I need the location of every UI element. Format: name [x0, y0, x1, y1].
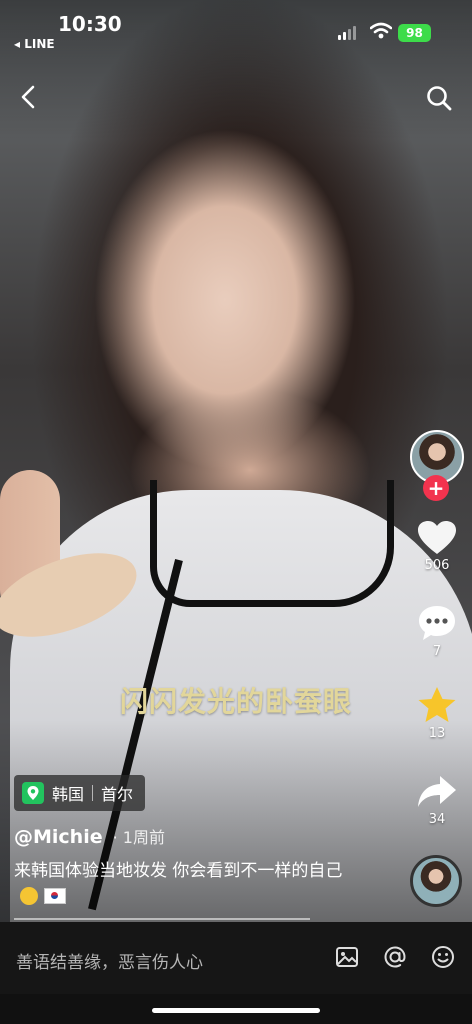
- wifi-icon: [370, 22, 392, 39]
- author-line: @Michie · 1周前: [14, 824, 165, 848]
- video-subtitle: 闪闪发光的卧蚕眼: [119, 685, 352, 718]
- comment-input[interactable]: 善语结善缘，恶言伤人心: [16, 948, 203, 973]
- flushed-face-emoji-icon: [20, 887, 38, 905]
- post-caption[interactable]: 来韩国体验当地妆发 你会看到不一样的自己: [14, 858, 364, 910]
- like-count: 506: [424, 558, 450, 573]
- post-time: · 1周前: [112, 828, 165, 847]
- author-name[interactable]: @Michie: [14, 826, 103, 848]
- video-frame-collar: [150, 480, 394, 607]
- comment-bar: 善语结善缘，恶言伤人心: [0, 922, 472, 994]
- battery-indicator: 98: [398, 24, 431, 42]
- korea-flag-emoji-icon: [44, 888, 66, 904]
- status-time: 10:30: [58, 12, 122, 36]
- location-pin-icon: [22, 782, 44, 804]
- back-arrow-icon[interactable]: [16, 84, 42, 110]
- star-icon: [418, 687, 456, 722]
- heart-icon: [418, 521, 456, 554]
- favorite-count: 13: [428, 726, 446, 741]
- share-arrow-icon: [418, 776, 456, 807]
- like-button[interactable]: 506: [408, 520, 466, 573]
- follow-button[interactable]: +: [423, 475, 449, 501]
- location-country: 韩国: [52, 785, 85, 804]
- comment-count: 7: [432, 644, 442, 659]
- signal-icon: [338, 26, 356, 40]
- share-count: 34: [428, 812, 446, 827]
- location-city: 首尔: [101, 785, 134, 804]
- home-indicator[interactable]: [152, 1008, 320, 1013]
- video-progress-bar[interactable]: [14, 918, 310, 920]
- comment-button[interactable]: 7: [408, 604, 466, 659]
- location-divider: [92, 785, 94, 801]
- emoji-icon[interactable]: [430, 944, 456, 970]
- search-icon[interactable]: [425, 84, 453, 112]
- back-to-app-link[interactable]: ◂ LINE: [14, 37, 55, 51]
- mention-icon[interactable]: [382, 944, 408, 970]
- caption-text: 来韩国体验当地妆发 你会看到不一样的自己: [14, 861, 343, 881]
- location-tag[interactable]: 韩国 首尔: [14, 775, 146, 811]
- image-icon[interactable]: [334, 944, 360, 970]
- music-disc-icon[interactable]: [410, 855, 462, 907]
- comment-bubble-icon: [419, 606, 455, 640]
- favorite-button[interactable]: 13: [408, 686, 466, 741]
- share-button[interactable]: 34: [408, 774, 466, 827]
